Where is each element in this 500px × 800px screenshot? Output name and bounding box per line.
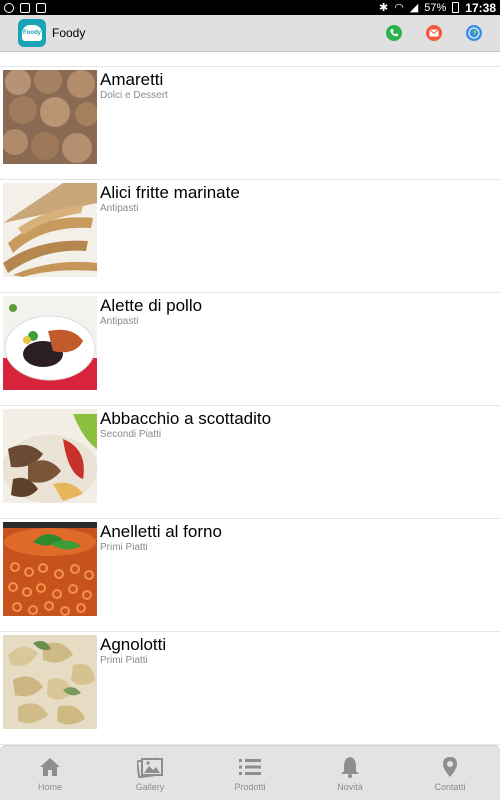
status-bar-left [4,2,46,13]
nav-item-home[interactable]: Home [5,755,95,792]
recipe-text: Abbacchio a scottadito Secondi Piatti [100,409,271,441]
nav-label: Novità [337,781,363,792]
agnolotti-image [3,635,97,729]
recipe-category: Primi Piatti [100,542,148,553]
recipe-list-item[interactable]: Agnolotti Primi Piatti [0,632,500,745]
app-logo: Foody [18,19,46,47]
recipe-thumbnail [3,183,97,277]
recipe-thumbnail [3,522,97,616]
recipe-thumbnail [3,635,97,729]
status-bar: ✱ ◠ ◢ 57% 17:38 [0,0,500,15]
abbacchio-image [3,409,97,503]
mail-icon [429,29,439,37]
recipe-title: Alette di pollo [100,296,203,315]
nav-item-contatti[interactable]: Contatti [405,755,495,792]
bell-icon [340,755,360,779]
anelletti-image [3,522,97,616]
recipe-title: Anelletti al forno [100,522,222,541]
website-button[interactable] [466,25,482,41]
phone-icon [390,29,398,37]
recipe-list-item[interactable]: Amaretti Dolci e Dessert [0,67,500,180]
logo-text: Foody [23,30,41,36]
recipe-text: Alici fritte marinate Antipasti [100,183,240,215]
clock: 17:38 [465,0,496,15]
amaretti-image [3,70,97,164]
list-icon [239,755,261,779]
recipe-category: Dolci e Dessert [100,90,168,101]
recipe-title: Alici fritte marinate [100,183,240,202]
recipe-category: Antipasti [100,203,139,214]
battery-percent: 57% [424,1,447,14]
battery-icon [452,2,460,13]
recipe-thumbnail [3,409,97,503]
nav-item-gallery[interactable]: Gallery [105,755,195,792]
missed-call-icon [4,2,14,13]
recipe-category: Secondi Piatti [100,429,162,440]
nav-label: Home [37,781,62,792]
recipe-list-item[interactable]: Anelletti al forno Primi Piatti [0,519,500,632]
wifi-icon: ◠ [394,2,404,14]
recipe-category: Antipasti [100,316,139,327]
image-icon [36,2,46,13]
recipe-list-item[interactable]: Abbacchio a scottadito Secondi Piatti [0,406,500,519]
recipe-text: Alette di pollo Antipasti [100,296,202,328]
nav-label: Prodotti [234,781,266,792]
app-bar-actions [386,25,482,41]
recipe-text: Amaretti Dolci e Dessert [100,70,168,102]
recipe-list: Amaretti Dolci e Dessert Alici fritte ma… [0,66,500,745]
recipe-list-item[interactable]: Alici fritte marinate Antipasti [0,180,500,293]
recipe-list-item[interactable]: Alette di pollo Antipasti [0,293,500,406]
recipe-text: Agnolotti Primi Piatti [100,635,166,667]
home-icon [39,755,61,779]
location-pin-icon [442,755,458,779]
nav-item-novita[interactable]: Novità [305,755,395,792]
recipe-title: Agnolotti [100,635,167,654]
mail-button[interactable] [426,25,442,41]
bottom-navigation: Home Gallery Prodotti Novità Contatti [0,745,500,800]
globe-icon [468,27,480,39]
notification-icon [20,2,30,13]
alette-image [3,296,97,390]
recipe-thumbnail [3,296,97,390]
gallery-icon [137,755,163,779]
bluetooth-icon: ✱ [378,2,389,14]
alici-image [3,183,97,277]
nav-label: Gallery [135,781,165,792]
phone-button[interactable] [386,25,402,41]
app-title: Foody [52,26,86,40]
recipe-title: Amaretti [100,70,164,89]
recipe-title: Abbacchio a scottadito [100,409,272,428]
nav-item-prodotti[interactable]: Prodotti [205,755,295,792]
nav-label: Contatti [434,781,466,792]
recipe-category: Primi Piatti [100,655,148,666]
app-bar: Foody Foody [0,15,500,52]
status-bar-right: ✱ ◠ ◢ 57% 17:38 [379,1,496,15]
chef-hat-icon: Foody [22,25,42,41]
signal-icon: ◢ [409,2,419,14]
recipe-text: Anelletti al forno Primi Piatti [100,522,222,554]
recipe-thumbnail [3,70,97,164]
